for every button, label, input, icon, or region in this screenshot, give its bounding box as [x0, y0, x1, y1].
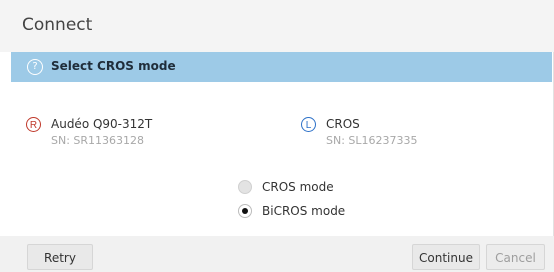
- bicros-mode-radio[interactable]: [238, 204, 252, 218]
- cros-mode-label[interactable]: CROS mode: [262, 180, 334, 194]
- question-circle-icon: ?: [27, 59, 43, 75]
- left-device-name: CROS: [326, 117, 360, 131]
- left-device-serial: SN: SL16237335: [326, 134, 418, 147]
- right-device-serial: SN: SR11363128: [51, 134, 145, 147]
- cros-mode-radio[interactable]: [238, 180, 252, 194]
- bicros-mode-label[interactable]: BiCROS mode: [262, 204, 345, 218]
- right-side-icon: R: [26, 117, 41, 132]
- radio-selected-dot: [242, 208, 248, 214]
- cancel-button[interactable]: Cancel: [486, 244, 545, 270]
- banner-text: Select CROS mode: [51, 59, 176, 73]
- right-device-name: Audéo Q90-312T: [51, 117, 153, 131]
- title-bar: Connect: [0, 0, 554, 52]
- dialog-footer: Retry Continue Cancel: [0, 236, 554, 272]
- left-side-icon: L: [301, 117, 316, 132]
- retry-button[interactable]: Retry: [27, 244, 93, 270]
- dialog-title: Connect: [22, 15, 93, 35]
- connect-dialog: Connect ? Select CROS mode R Audéo Q90-3…: [0, 0, 554, 272]
- instruction-banner: ? Select CROS mode: [11, 52, 552, 82]
- continue-button[interactable]: Continue: [412, 244, 480, 270]
